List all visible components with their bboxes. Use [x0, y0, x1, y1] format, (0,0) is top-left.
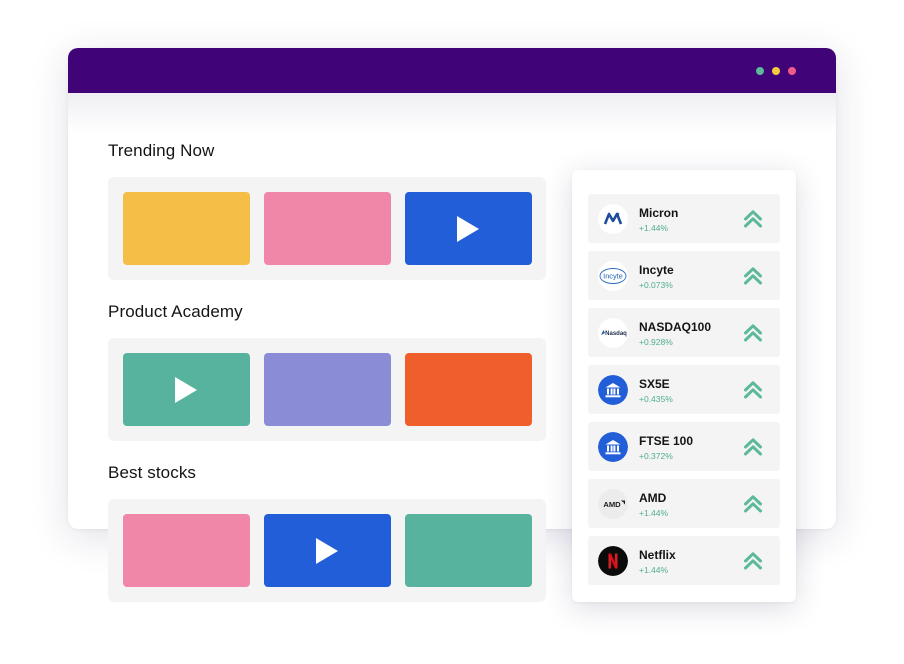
video-card[interactable]	[405, 192, 532, 265]
stock-row-netflix[interactable]: Netflix +1.44%	[588, 536, 780, 585]
stock-change: +1.44%	[639, 565, 669, 575]
stock-name: NASDAQ100	[639, 320, 712, 334]
double-chevron-up-icon	[742, 322, 764, 344]
window-titlebar	[68, 48, 836, 93]
double-chevron-up-icon	[742, 265, 764, 287]
content-card[interactable]	[264, 353, 391, 426]
stock-row-sx5e[interactable]: SX5E +0.435%	[588, 365, 780, 414]
section-title-best-stocks: Best stocks	[108, 463, 197, 482]
stock-name: Micron	[639, 206, 679, 220]
stock-change: +1.44%	[639, 508, 669, 518]
play-icon	[175, 377, 197, 403]
double-chevron-up-icon	[742, 550, 764, 572]
window-dot-yellow[interactable]	[772, 67, 780, 75]
video-card[interactable]	[123, 353, 250, 426]
play-icon	[316, 538, 338, 564]
double-chevron-up-icon	[742, 493, 764, 515]
stock-name: SX5E	[639, 377, 670, 391]
netflix-logo-icon	[598, 546, 628, 576]
stock-change: +0.372%	[639, 451, 673, 461]
nasdaq-logo-icon: Nasdaq	[598, 318, 628, 348]
stock-name: Incyte	[639, 263, 674, 277]
section-tray-trending-now	[108, 177, 546, 280]
stock-row-micron[interactable]: Micron +1.44%	[588, 194, 780, 243]
stock-row-incyte[interactable]: Incyte Incyte +0.073%	[588, 251, 780, 300]
window-dot-pink[interactable]	[788, 67, 796, 75]
incyte-logo-icon: Incyte	[598, 261, 628, 291]
content-card[interactable]	[405, 353, 532, 426]
content-card[interactable]	[264, 192, 391, 265]
stock-name: Netflix	[639, 548, 676, 562]
amd-logo-text: AMD	[603, 500, 621, 509]
amd-logo-icon: AMD	[598, 489, 628, 519]
bank-icon	[598, 432, 628, 462]
section-tray-best-stocks	[108, 499, 546, 602]
incyte-logo-text: Incyte	[603, 272, 623, 281]
stock-change: +1.44%	[639, 223, 669, 233]
content-card[interactable]	[123, 192, 250, 265]
section-title-product-academy: Product Academy	[108, 302, 243, 321]
stocks-panel: Micron +1.44% Incyte Incyte +0.073% Nasd…	[572, 170, 796, 602]
stock-name: FTSE 100	[639, 434, 694, 448]
stock-row-amd[interactable]: AMD AMD +1.44%	[588, 479, 780, 528]
video-card[interactable]	[264, 514, 391, 587]
double-chevron-up-icon	[742, 208, 764, 230]
section-title-trending-now: Trending Now	[108, 141, 215, 160]
stock-change: +0.435%	[639, 394, 673, 404]
micron-logo-icon	[598, 204, 628, 234]
content-card[interactable]	[405, 514, 532, 587]
stock-change: +0.928%	[639, 337, 673, 347]
double-chevron-up-icon	[742, 379, 764, 401]
double-chevron-up-icon	[742, 436, 764, 458]
window-dot-green[interactable]	[756, 67, 764, 75]
stock-name: AMD	[639, 491, 667, 505]
bank-icon	[598, 375, 628, 405]
titlebar-shadow	[68, 93, 836, 133]
nasdaq-logo-text: Nasdaq	[605, 331, 627, 337]
section-tray-product-academy	[108, 338, 546, 441]
content-card[interactable]	[123, 514, 250, 587]
stock-change: +0.073%	[639, 280, 673, 290]
stock-row-nasdaq100[interactable]: Nasdaq NASDAQ100 +0.928%	[588, 308, 780, 357]
stock-row-ftse-100[interactable]: FTSE 100 +0.372%	[588, 422, 780, 471]
play-icon	[457, 216, 479, 242]
